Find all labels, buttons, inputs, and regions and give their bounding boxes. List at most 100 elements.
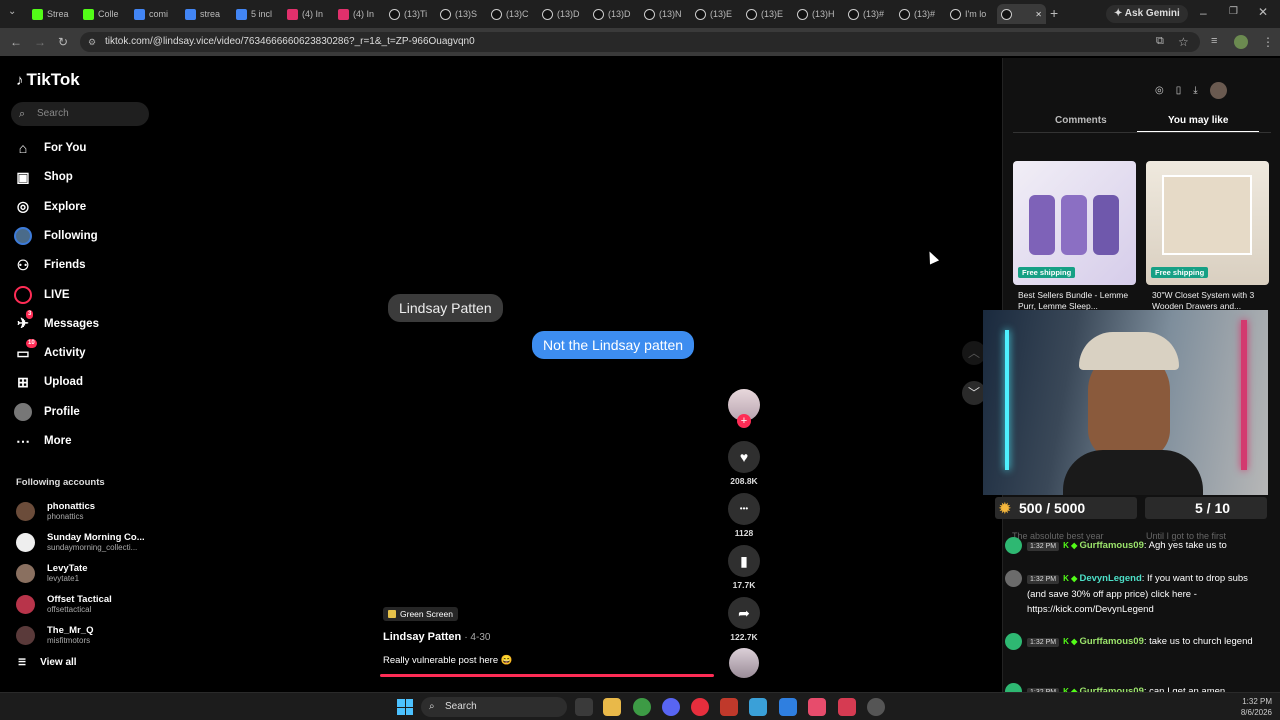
video-author[interactable]: Lindsay Patten xyxy=(383,631,461,643)
compass-small-icon[interactable]: ◎ xyxy=(1155,85,1164,96)
browser-tab[interactable]: (13)# xyxy=(895,4,944,24)
tab-favicon-icon xyxy=(899,8,910,20)
sound-disc[interactable] xyxy=(729,648,759,678)
nav-item-messages[interactable]: ✈ 3 Messages xyxy=(14,309,99,335)
nav-item-explore[interactable]: ◎ Explore xyxy=(14,196,86,218)
tab-favicon-icon xyxy=(185,8,196,20)
phone-icon[interactable]: ▯ xyxy=(1176,85,1182,96)
task-view-icon[interactable] xyxy=(575,698,593,716)
user-avatar-icon[interactable] xyxy=(1209,81,1227,99)
download-icon[interactable]: ⤓ xyxy=(1193,85,1197,96)
video-progress-bar[interactable] xyxy=(380,674,714,677)
bookmark-star-icon[interactable]: ☆ xyxy=(1178,35,1189,49)
browser-tab[interactable]: (13)H xyxy=(793,4,842,24)
browser-menu-icon[interactable]: ⋮ xyxy=(1262,35,1274,49)
reading-list-icon[interactable]: ≡ xyxy=(1211,35,1217,47)
nav-item-friends[interactable]: ⚇ Friends xyxy=(14,254,86,276)
product-image[interactable]: Free shipping xyxy=(1146,161,1269,285)
like-button[interactable]: ♥ xyxy=(728,441,760,473)
chat-username[interactable]: Gurffamous09 xyxy=(1079,636,1143,647)
nav-item-following[interactable]: Following xyxy=(14,225,98,247)
app-icon[interactable] xyxy=(808,698,826,716)
browser-tab[interactable]: (13)# xyxy=(844,4,893,24)
forward-icon[interactable]: → xyxy=(34,35,46,49)
ask-gemini-button[interactable]: ✦ Ask Gemini xyxy=(1106,5,1188,23)
nav-item-profile[interactable]: Profile xyxy=(14,401,80,423)
app-icon[interactable] xyxy=(720,698,738,716)
chat-username[interactable]: DevynLegend xyxy=(1079,573,1141,584)
browser-tab[interactable]: ✕ xyxy=(997,4,1046,24)
browser-tab[interactable]: (13)E xyxy=(742,4,791,24)
browser-tab[interactable]: (13)C xyxy=(487,4,536,24)
taskbar-search[interactable]: ⌕ Search xyxy=(421,697,567,717)
browser-tab[interactable]: (13)D xyxy=(538,4,587,24)
close-window-icon[interactable]: ✕ xyxy=(1258,5,1268,19)
product-image[interactable]: Free shipping xyxy=(1013,161,1136,285)
start-icon[interactable] xyxy=(397,699,413,715)
browser-tab[interactable]: comi xyxy=(130,4,179,24)
profile-avatar-icon[interactable] xyxy=(1234,35,1248,49)
green-screen-tag[interactable]: Green Screen xyxy=(383,607,458,621)
nav-item-upload[interactable]: ⊞ Upload xyxy=(14,371,83,393)
app-icon[interactable] xyxy=(749,698,767,716)
following-account[interactable]: LevyTate levytate1 xyxy=(16,559,87,587)
chrome-icon[interactable] xyxy=(633,698,651,716)
share-button[interactable]: ➦ xyxy=(728,597,760,629)
tab-comments[interactable]: Comments xyxy=(1055,115,1107,126)
following-account[interactable]: phonattics phonattics xyxy=(16,497,95,525)
tab-search-icon[interactable]: ⌄ xyxy=(8,6,16,17)
browser-tab[interactable]: (4) In xyxy=(334,4,383,24)
home-icon: ⌂ xyxy=(18,140,28,156)
discord-icon[interactable] xyxy=(662,698,680,716)
view-all-link[interactable]: ☰ View all xyxy=(18,657,77,668)
url-field[interactable]: ⚙ tiktok.com/@lindsay.vice/video/7634666… xyxy=(80,32,1200,52)
app-icon[interactable] xyxy=(838,698,856,716)
file-explorer-icon[interactable] xyxy=(603,698,621,716)
reload-icon[interactable]: ↻ xyxy=(58,35,68,49)
app-icon[interactable] xyxy=(779,698,797,716)
browser-tab[interactable]: (13)D xyxy=(589,4,638,24)
following-account[interactable]: Sunday Morning Co... sundaymorning_collec… xyxy=(16,528,145,556)
list-icon: ☰ xyxy=(18,657,27,667)
product-title[interactable]: 30"W Closet System with 3 Wooden Drawers… xyxy=(1152,290,1268,312)
back-icon[interactable]: ← xyxy=(10,35,22,49)
tiktok-logo[interactable]: ♪ TikTok xyxy=(16,70,80,90)
product-title[interactable]: Best Sellers Bundle - Lemme Purr, Lemme … xyxy=(1018,290,1134,312)
browser-tab[interactable]: (13)S xyxy=(436,4,485,24)
browser-tab[interactable]: (13)E xyxy=(691,4,740,24)
following-account[interactable]: The_Mr_Q misfitmotors xyxy=(16,621,93,649)
media-player-icon[interactable] xyxy=(691,698,709,716)
browser-tab[interactable]: Strea xyxy=(28,4,77,24)
nav-item-live[interactable]: LIVE xyxy=(14,284,70,306)
nav-item-for-you[interactable]: ⌂ For You xyxy=(14,137,87,159)
browser-tab[interactable]: (13)Ti xyxy=(385,4,434,24)
nav-item-activity[interactable]: ▭ 10 Activity xyxy=(14,339,86,364)
browser-tab[interactable]: strea xyxy=(181,4,230,24)
nav-item-label: Explore xyxy=(44,200,87,213)
taskbar-clock[interactable]: 1:32 PM 8/6/2026 xyxy=(1220,696,1272,718)
minimize-icon[interactable]: – xyxy=(1200,6,1207,20)
browser-tab[interactable]: 5 incl xyxy=(232,4,281,24)
tab-you-may-like[interactable]: You may like xyxy=(1168,115,1228,126)
browser-address-bar: ← → ↻ ⚙ tiktok.com/@lindsay.vice/video/7… xyxy=(0,28,1280,56)
install-icon[interactable]: ⧉ xyxy=(1156,35,1164,48)
comment-button[interactable]: ••• xyxy=(728,493,760,525)
nav-item-shop[interactable]: ▣ Shop xyxy=(14,166,72,188)
following-account[interactable]: Offset Tactical offsettactical xyxy=(16,590,112,618)
save-button[interactable]: ▮ xyxy=(728,545,760,577)
video-area[interactable] xyxy=(160,58,1002,692)
new-tab-icon[interactable]: + xyxy=(1050,5,1058,21)
nav-item-more[interactable]: ⋯ More xyxy=(14,430,71,452)
search-input[interactable]: ⌕ Search xyxy=(11,102,149,126)
browser-tab[interactable]: I'm lo xyxy=(946,4,995,24)
browser-tab[interactable]: (13)N xyxy=(640,4,689,24)
browser-tab[interactable]: (4) In xyxy=(283,4,332,24)
site-info-icon[interactable]: ⚙ xyxy=(88,32,96,52)
browser-tab[interactable]: Colle xyxy=(79,4,128,24)
follow-plus-icon[interactable]: + xyxy=(737,414,751,428)
chat-username[interactable]: Gurffamous09 xyxy=(1079,540,1143,551)
friends-icon: ⚇ xyxy=(16,256,30,273)
app-icon[interactable] xyxy=(867,698,885,716)
close-tab-icon[interactable]: ✕ xyxy=(1035,10,1042,19)
maximize-icon[interactable]: ❐ xyxy=(1229,6,1238,17)
